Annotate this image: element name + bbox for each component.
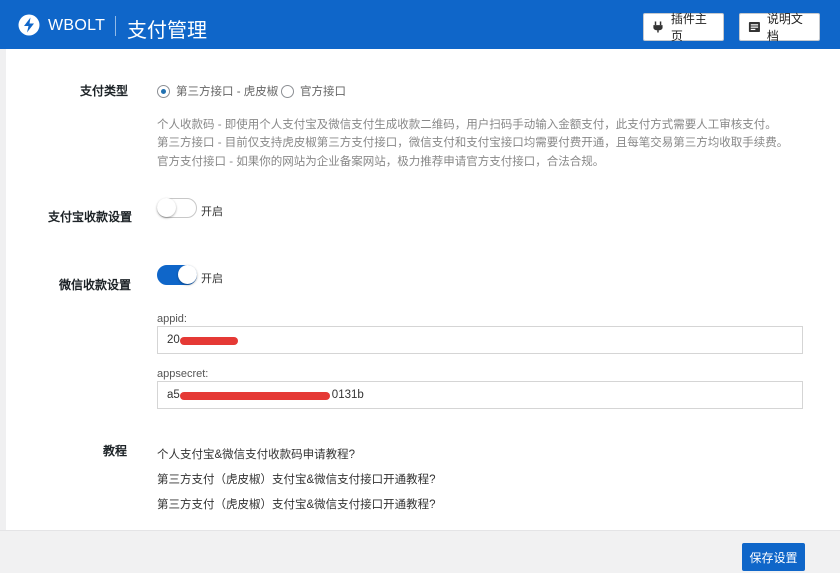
docs-label: 说明文档	[766, 12, 803, 43]
appsecret-input[interactable]: a5 0131b	[157, 381, 803, 409]
wbolt-logo-icon	[18, 14, 40, 36]
alipay-settings-label: 支付宝收款设置	[48, 210, 133, 224]
toggle-knob	[157, 198, 176, 217]
page-title: 支付管理	[127, 20, 207, 42]
redaction-mark	[180, 392, 330, 400]
radio-label: 第三方接口 - 虎皮椒	[176, 86, 279, 98]
alipay-toggle[interactable]	[157, 198, 197, 218]
appid-input[interactable]: 20	[157, 326, 803, 354]
payment-description-line: 官方支付接口 - 如果你的网站为企业备案网站，极力推荐申请官方支付接口，合法合规…	[157, 156, 605, 168]
wechat-toggle[interactable]	[157, 265, 197, 285]
tutorial-label: 教程	[103, 444, 128, 458]
plugin-home-label: 插件主页	[670, 12, 707, 43]
payment-description-line: 第三方接口 - 目前仅支持虎皮椒第三方支付接口，微信支付和支付宝接口均需要付费开…	[157, 137, 789, 149]
appsecret-suffix: 0131b	[331, 389, 364, 401]
footer-bar	[0, 530, 840, 573]
alipay-toggle-label: 开启	[201, 206, 223, 218]
appid-value: 20	[167, 334, 180, 346]
toggle-knob	[178, 265, 197, 284]
wechat-toggle-label: 开启	[201, 273, 223, 285]
payment-description-line: 个人收款码 - 即使用个人支付宝及微信支付生成收款二维码，用户扫码手动输入金额支…	[157, 119, 777, 131]
wechat-settings-label: 微信收款设置	[59, 278, 132, 292]
radio-label: 官方接口	[300, 86, 346, 98]
appsecret-prefix: a5	[167, 389, 180, 401]
tutorial-link[interactable]: 第三方支付（虎皮椒）支付宝&微信支付接口开通教程?	[157, 496, 436, 512]
radio-dot	[157, 84, 170, 98]
document-icon	[748, 21, 760, 33]
payment-type-label: 支付类型	[80, 84, 129, 98]
radio-dot	[281, 84, 294, 98]
save-settings-button[interactable]: 保存设置	[742, 543, 805, 571]
radio-official[interactable]: 官方接口	[281, 83, 346, 99]
top-header: WBOLT 支付管理 插件主页 说明文档	[0, 0, 840, 49]
tutorial-link[interactable]: 第三方支付（虎皮椒）支付宝&微信支付接口开通教程?	[157, 471, 436, 487]
brand-name: WBOLT	[48, 17, 106, 34]
docs-button[interactable]: 说明文档	[739, 12, 820, 43]
appsecret-label: appsecret:	[157, 368, 209, 380]
brand-divider	[115, 16, 116, 36]
redaction-mark	[180, 337, 238, 345]
radio-third-party[interactable]: 第三方接口 - 虎皮椒	[157, 83, 278, 99]
tutorial-link[interactable]: 个人支付宝&微信支付收款码申请教程?	[157, 446, 355, 462]
plug-icon	[653, 21, 663, 33]
plugin-home-button[interactable]: 插件主页	[643, 12, 724, 43]
appid-label: appid:	[157, 313, 187, 325]
